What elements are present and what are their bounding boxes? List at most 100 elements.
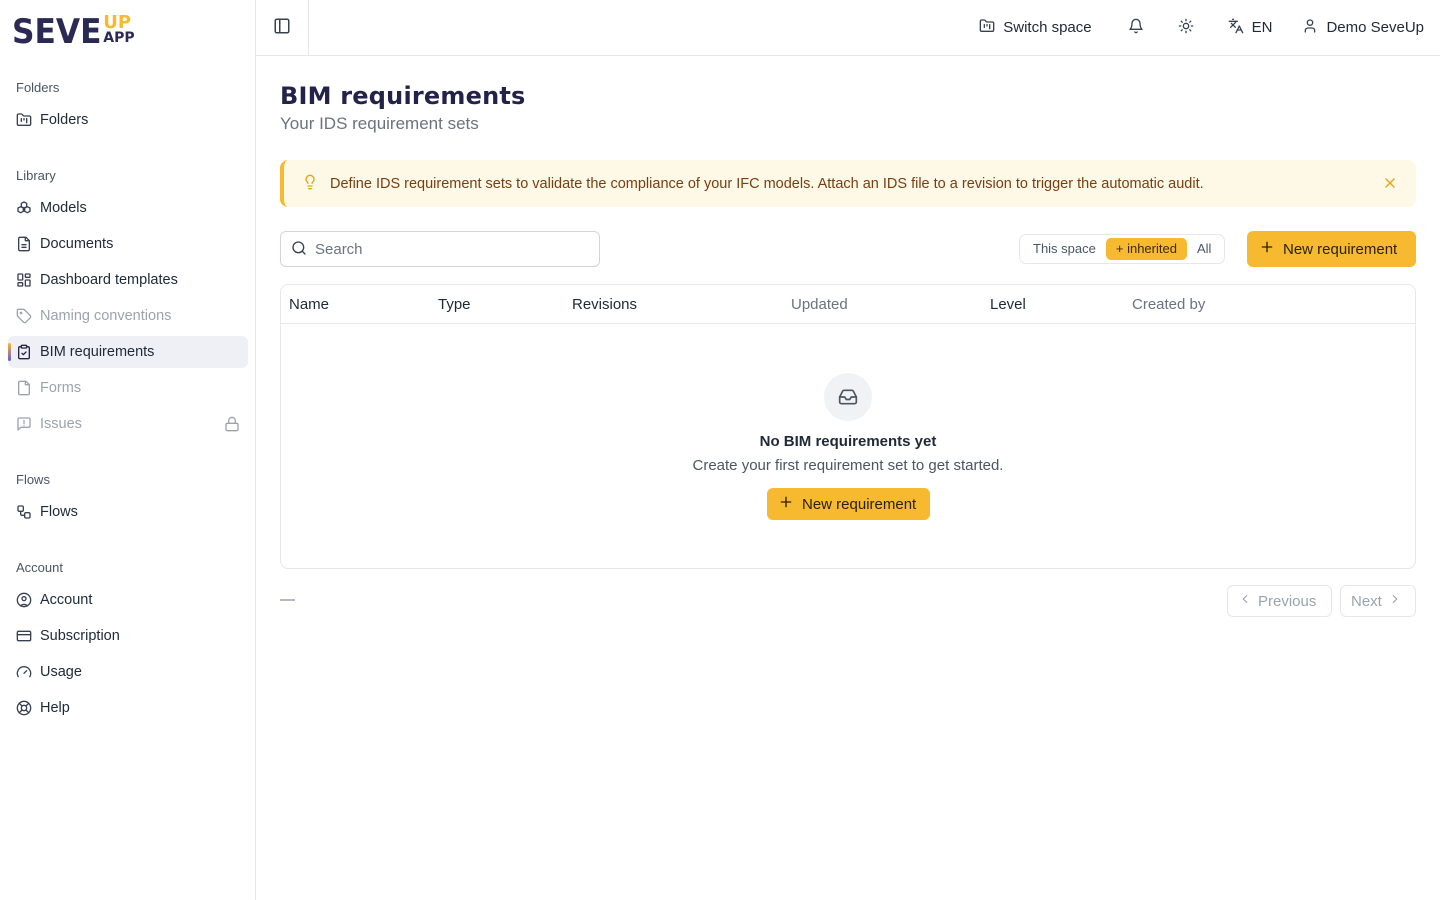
chevron-right-icon: [1382, 592, 1402, 610]
scope-inherited[interactable]: + inherited: [1105, 238, 1187, 260]
form-icon: [16, 380, 32, 396]
notifications-button[interactable]: [1118, 12, 1154, 44]
gauge-icon: [16, 664, 32, 680]
scope-selector: This space + inherited All: [1019, 234, 1226, 264]
user-circle-icon: [16, 592, 32, 608]
sidebar-item-account[interactable]: Account: [8, 584, 248, 616]
switch-space-button[interactable]: Switch space: [969, 12, 1101, 44]
close-icon[interactable]: [1382, 175, 1398, 194]
sidebar-item-label: Documents: [40, 236, 114, 252]
sidebar-item-forms[interactable]: Forms: [8, 372, 248, 404]
logo-up-text: UP: [103, 12, 132, 33]
column-header-revisions[interactable]: Revisions: [572, 285, 637, 324]
plus-icon: [778, 494, 802, 514]
sidebar-section-account: Account Account Subscription Usage Help: [0, 556, 256, 724]
search-input[interactable]: [315, 240, 575, 258]
new-requirement-button[interactable]: New requirement: [1247, 231, 1416, 267]
sidebar-section-flows: Flows Flows: [0, 468, 256, 528]
lifebuoy-icon: [16, 700, 32, 716]
sidebar-item-label: Help: [40, 700, 70, 716]
user-name: Demo SeveUp: [1326, 19, 1424, 36]
dashboard-icon: [16, 272, 32, 288]
previous-page-button[interactable]: Previous: [1227, 585, 1332, 617]
empty-new-requirement-button[interactable]: New requirement: [767, 488, 930, 520]
message-alert-icon: [16, 416, 32, 432]
tag-icon: [16, 308, 32, 324]
bell-icon: [1128, 18, 1144, 38]
sidebar-item-label: Dashboard templates: [40, 272, 178, 288]
topbar: Switch space EN Demo SeveUp: [256, 0, 1440, 56]
table-header: Name Type Revisions Updated Level Create…: [281, 285, 1415, 324]
clipboard-check-icon: [16, 344, 32, 360]
page-subtitle: Your IDS requirement sets: [280, 114, 479, 133]
sidebar-item-label: Issues: [40, 416, 82, 432]
plus-icon: [1259, 239, 1283, 259]
previous-label: Previous: [1258, 592, 1317, 610]
sidebar-item-bim-requirements[interactable]: BIM requirements: [8, 336, 248, 368]
sidebar-item-folders[interactable]: Folders: [8, 104, 248, 136]
lock-icon: [224, 416, 240, 436]
sidebar-item-models[interactable]: Models: [8, 192, 248, 224]
switch-space-label: Switch space: [1003, 19, 1092, 36]
next-label: Next: [1351, 592, 1382, 610]
panel-left-icon: [273, 17, 291, 38]
search-icon: [291, 240, 307, 259]
sidebar-item-label: Usage: [40, 664, 82, 680]
sidebar-item-label: Folders: [40, 112, 89, 128]
sidebar-toggle-button[interactable]: [256, 0, 309, 55]
empty-state-title: No BIM requirements yet: [759, 433, 937, 450]
column-header-updated[interactable]: Updated: [791, 285, 848, 324]
requirements-table: Name Type Revisions Updated Level Create…: [280, 284, 1416, 569]
lightbulb-icon: [302, 174, 318, 193]
language-button[interactable]: EN: [1218, 12, 1283, 44]
section-title: Flows: [16, 472, 50, 487]
sidebar-item-issues[interactable]: Issues: [8, 408, 248, 440]
sidebar-section-folders: Folders Folders: [0, 76, 256, 136]
sidebar-item-label: BIM requirements: [40, 344, 155, 360]
page-title: BIM requirements: [280, 82, 526, 110]
topbar-actions: Switch space EN Demo SeveUp: [969, 0, 1424, 55]
sidebar-item-documents[interactable]: Documents: [8, 228, 248, 260]
language-label: EN: [1251, 19, 1273, 36]
sidebar-item-subscription[interactable]: Subscription: [8, 620, 248, 652]
sidebar-item-flows[interactable]: Flows: [8, 496, 248, 528]
sidebar-item-help[interactable]: Help: [8, 692, 248, 724]
chevron-left-icon: [1238, 592, 1258, 610]
logo-app-text: APP: [103, 30, 135, 46]
alert-text: Define IDS requirement sets to validate …: [330, 175, 1204, 192]
info-alert: Define IDS requirement sets to validate …: [280, 160, 1416, 207]
search-field[interactable]: [280, 231, 600, 267]
folder-icon: [979, 18, 1003, 38]
brand-logo[interactable]: SEVE UP APP: [12, 12, 135, 51]
sidebar-item-label: Naming conventions: [40, 308, 172, 324]
theme-toggle-button[interactable]: [1168, 12, 1204, 44]
sidebar-item-label: Forms: [40, 380, 82, 396]
sidebar-item-label: Subscription: [40, 628, 120, 644]
scope-all[interactable]: All: [1187, 238, 1221, 260]
column-header-level[interactable]: Level: [990, 285, 1026, 324]
section-title: Library: [16, 168, 56, 183]
cubes-icon: [16, 200, 32, 216]
file-icon: [16, 236, 32, 252]
inbox-icon: [824, 373, 872, 421]
column-header-type[interactable]: Type: [438, 285, 471, 324]
sidebar-item-dashboard-templates[interactable]: Dashboard templates: [8, 264, 248, 296]
sun-icon: [1178, 18, 1194, 38]
sidebar: SEVE UP APP Folders Folders Library Mode…: [0, 0, 256, 900]
pagination-info: —: [280, 591, 295, 608]
sidebar-item-label: Models: [40, 200, 87, 216]
user-icon: [1302, 18, 1326, 38]
column-header-created-by[interactable]: Created by: [1132, 285, 1205, 324]
card-icon: [16, 628, 32, 644]
section-title: Folders: [16, 80, 60, 95]
sidebar-item-label: Account: [40, 592, 93, 608]
translate-icon: [1228, 18, 1252, 38]
scope-this-space[interactable]: This space: [1023, 238, 1106, 260]
sidebar-item-label: Flows: [40, 504, 78, 520]
sidebar-item-usage[interactable]: Usage: [8, 656, 248, 688]
section-title: Account: [16, 560, 63, 575]
column-header-name[interactable]: Name: [289, 285, 329, 324]
sidebar-item-naming-conventions[interactable]: Naming conventions: [8, 300, 248, 332]
user-menu-button[interactable]: Demo SeveUp: [1292, 12, 1424, 44]
next-page-button[interactable]: Next: [1340, 585, 1416, 617]
